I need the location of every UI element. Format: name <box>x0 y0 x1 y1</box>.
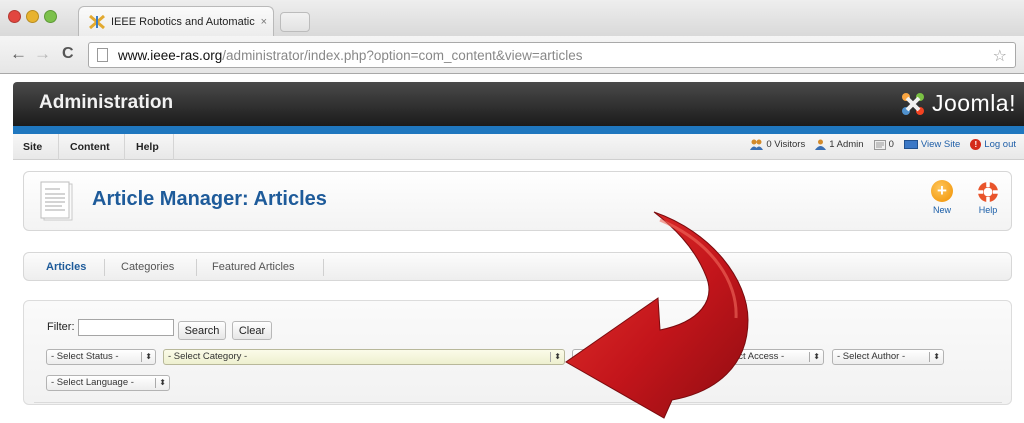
logout-icon: ! <box>970 139 982 150</box>
url-text[interactable]: www.ieee-ras.org/administrator/index.php… <box>118 48 583 63</box>
tab-divider <box>104 259 105 276</box>
new-button[interactable]: + New <box>924 180 960 215</box>
logout-link[interactable]: ! Log out <box>970 139 1016 150</box>
browser-titlebar: IEEE Robotics and Automatic × <box>0 0 1024 36</box>
admin-menubar: Site Content Help 0 Visitors 1 Admin 0 V… <box>13 134 1024 160</box>
accent-bar <box>13 126 1024 134</box>
admin-header: Administration Joomla! <box>13 82 1024 126</box>
tab-articles[interactable]: Articles <box>46 261 86 273</box>
admins-status: 1 Admin <box>815 139 864 150</box>
back-button[interactable]: ← <box>10 44 27 64</box>
joomla-logo-icon <box>901 92 924 115</box>
menu-divider <box>124 134 125 160</box>
reload-button[interactable]: C <box>62 44 74 64</box>
close-window-button[interactable] <box>8 10 21 23</box>
menu-divider <box>58 134 59 160</box>
help-label: Help <box>978 205 998 215</box>
menu-item-site[interactable]: Site <box>23 141 42 153</box>
filter-label: Filter: <box>47 321 75 333</box>
tab-divider <box>196 259 197 276</box>
select-author-dropdown[interactable]: - Select Author - ⬍ <box>832 349 944 365</box>
browser-toolbar: ← → C www.ieee-ras.org/administrator/ind… <box>0 36 1024 74</box>
page-icon <box>97 48 108 62</box>
select-status-dropdown[interactable]: - Select Status - ⬍ <box>46 349 156 365</box>
new-tab-button[interactable] <box>280 12 310 32</box>
submenu: Articles Categories Featured Articles <box>23 252 1012 281</box>
chevron-updown-icon: ⬍ <box>145 352 152 361</box>
page-toolbar: Article Manager: Articles + New Help <box>23 171 1012 231</box>
tab-categories[interactable]: Categories <box>121 261 174 273</box>
chevron-updown-icon: ⬍ <box>159 378 166 387</box>
search-button[interactable]: Search <box>178 321 226 340</box>
address-bar[interactable]: www.ieee-ras.org/administrator/index.php… <box>88 42 1016 68</box>
admin-title: Administration <box>39 92 174 113</box>
new-label: New <box>932 205 951 215</box>
view-site-icon <box>903 140 918 149</box>
filter-search-input[interactable] <box>78 319 174 336</box>
star-icon[interactable]: ☆ <box>993 46 1007 66</box>
tab-close-icon[interactable]: × <box>261 16 267 28</box>
chevron-updown-icon: ⬍ <box>933 352 940 361</box>
clear-button[interactable]: Clear <box>232 321 272 340</box>
help-icon <box>978 182 998 202</box>
favicon-icon <box>89 14 105 29</box>
joomla-logo[interactable]: Joomla! <box>900 90 1016 117</box>
view-site-link[interactable]: View Site <box>903 139 960 150</box>
browser-tab[interactable]: IEEE Robotics and Automatic × <box>78 6 274 36</box>
menu-item-content[interactable]: Content <box>70 141 110 153</box>
select-access-dropdown[interactable]: ect Access - ⬍ <box>572 349 824 365</box>
admin-icon <box>815 139 827 150</box>
help-button[interactable]: Help <box>970 180 1006 215</box>
chevron-updown-icon: ⬍ <box>554 352 561 361</box>
menu-item-help[interactable]: Help <box>136 141 159 153</box>
zoom-window-button[interactable] <box>44 10 57 23</box>
tab-featured-articles[interactable]: Featured Articles <box>212 261 295 273</box>
select-language-dropdown[interactable]: - Select Language - ⬍ <box>46 375 170 391</box>
messages-status[interactable]: 0 <box>873 139 894 150</box>
chevron-updown-icon: ⬍ <box>813 352 820 361</box>
tab-divider <box>323 259 324 276</box>
status-area: 0 Visitors 1 Admin 0 View Site ! Log out <box>740 139 1016 150</box>
tab-title: IEEE Robotics and Automatic <box>111 15 255 28</box>
visitors-icon <box>750 139 764 150</box>
article-icon <box>40 181 73 221</box>
forward-button[interactable]: → <box>34 44 51 64</box>
visitors-status: 0 Visitors <box>750 139 805 150</box>
new-icon: + <box>931 180 953 202</box>
page-title: Article Manager: Articles <box>92 188 327 210</box>
divider-line <box>34 402 1002 403</box>
minimize-window-button[interactable] <box>26 10 39 23</box>
select-category-dropdown[interactable]: - Select Category - ⬍ <box>163 349 565 365</box>
joomla-logo-text: Joomla! <box>931 90 1016 116</box>
messages-icon <box>873 139 886 150</box>
filter-panel: Filter: Search Clear - Select Status - ⬍… <box>23 300 1012 405</box>
menu-divider <box>173 134 174 160</box>
